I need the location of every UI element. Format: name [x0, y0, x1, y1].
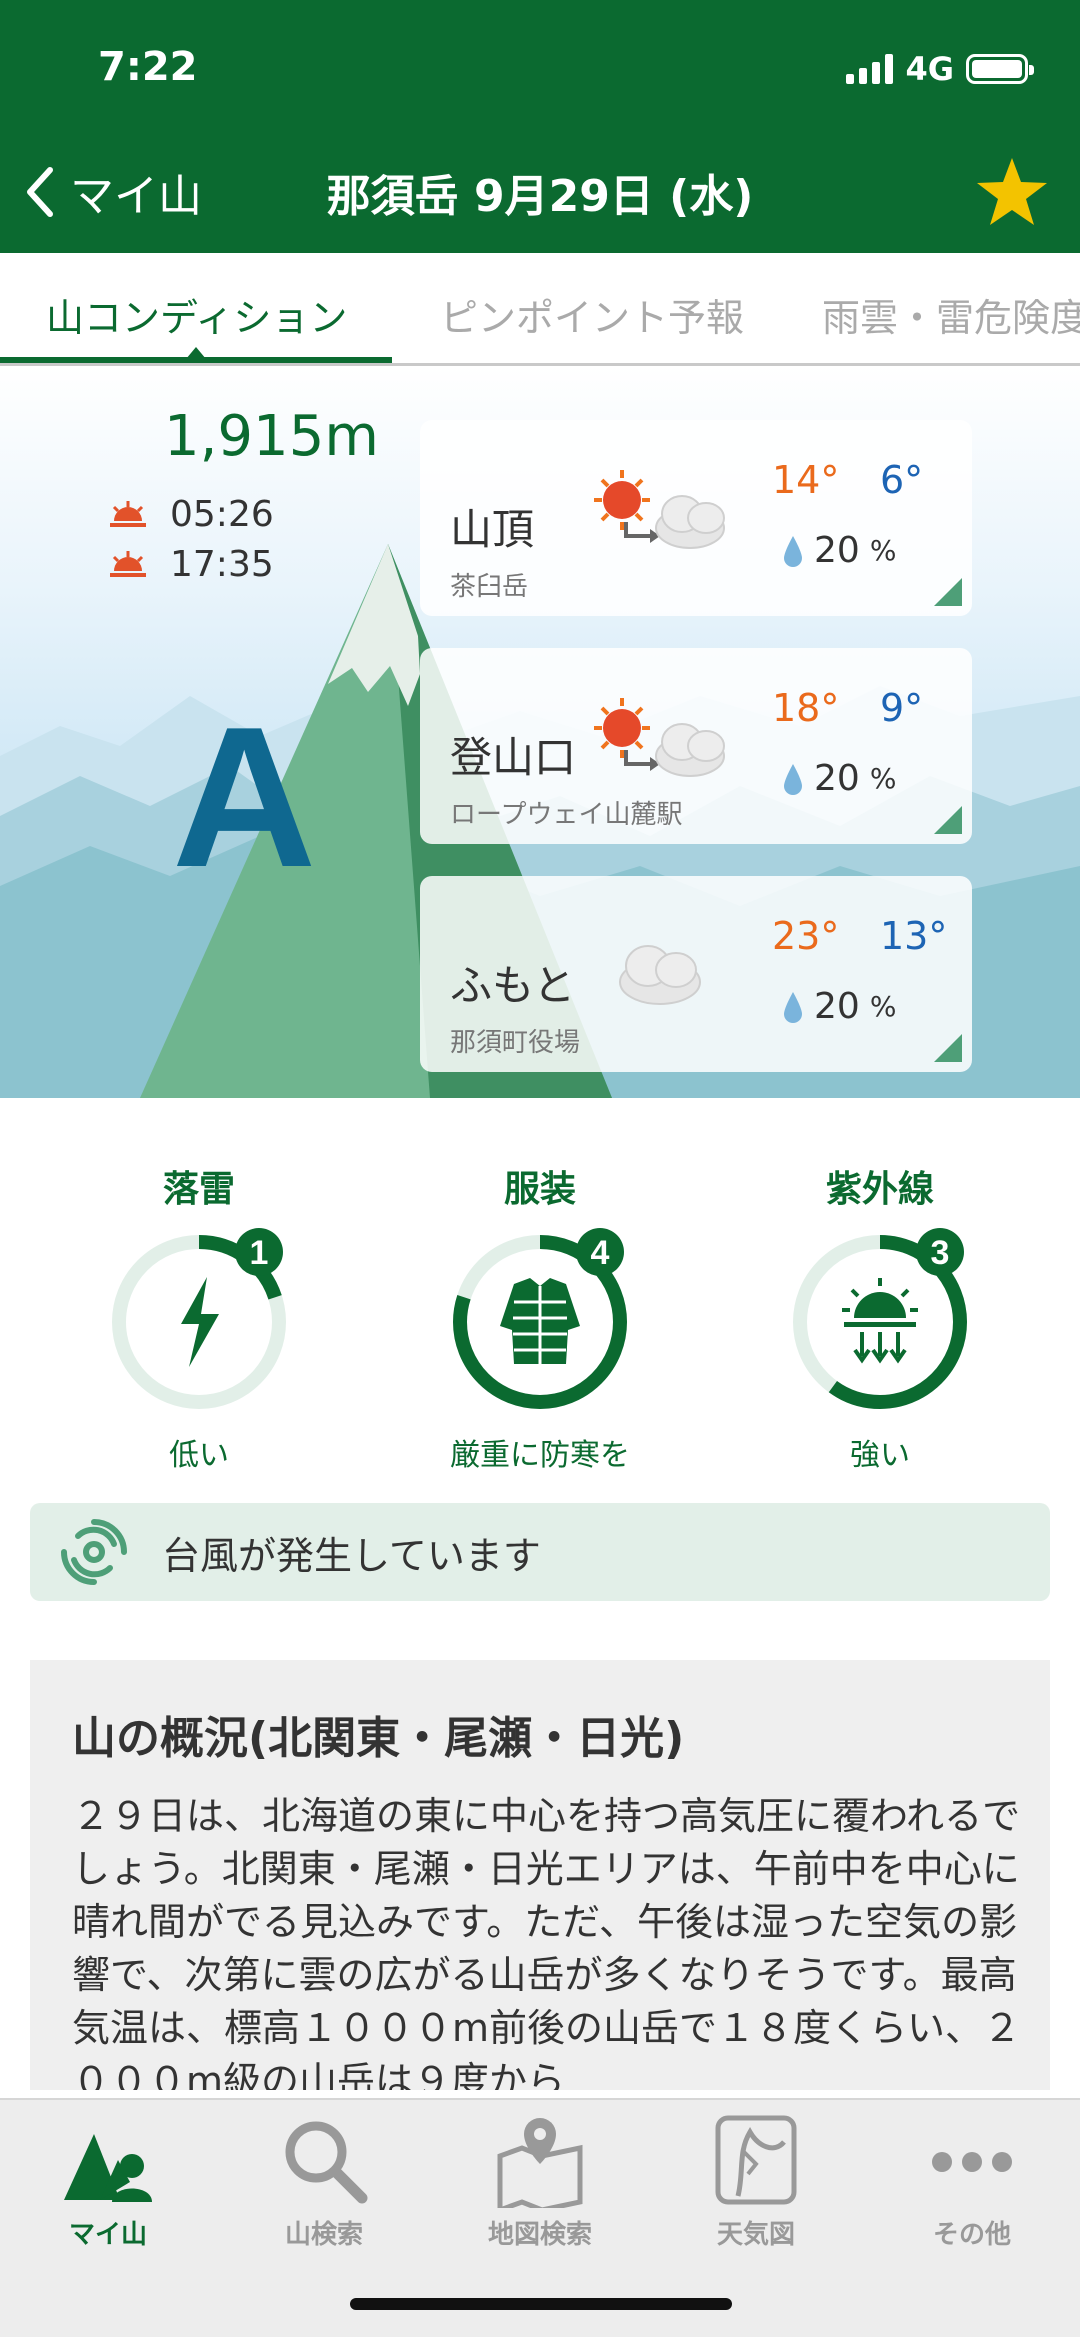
- status-time: 7:22: [98, 44, 198, 90]
- gauge-level: 4: [591, 1234, 610, 1272]
- nav-more[interactable]: その他: [882, 2112, 1062, 2251]
- sunrise-row: 05:26: [108, 494, 274, 535]
- overview-title: 山の概況(北関東・尾瀬・日光): [72, 1713, 685, 1764]
- nav-map-search[interactable]: 地図検索: [450, 2112, 630, 2251]
- cloud-icon: [619, 945, 701, 1005]
- raindrop-icon: [784, 535, 802, 567]
- typhoon-alert-banner[interactable]: 台風が発生しています: [30, 1503, 1050, 1601]
- battery-icon: [966, 54, 1034, 84]
- expand-corner-icon: [934, 806, 962, 834]
- sunrise-time: 05:26: [170, 494, 274, 535]
- overview-body: ２９日は、北海道の東に中心を持つ高気圧に覆われるでしょう。北関東・尾瀬・日光エリ…: [72, 1794, 1022, 2090]
- lightning-icon: [181, 1277, 219, 1367]
- forecast-card-summit[interactable]: 山頂 茶臼岳 14° 6° 20%: [420, 420, 972, 616]
- network-type: 4G: [905, 50, 954, 88]
- forecast-card-trailhead[interactable]: 登山口 ロープウェイ山麓駅 18° 9° 20%: [420, 648, 972, 844]
- search-icon: [285, 2121, 368, 2204]
- nav-label: 天気図: [716, 2220, 795, 2250]
- gauge-label: 落雷: [162, 1169, 235, 1210]
- forecast-name: ふもと: [450, 961, 576, 1010]
- sunset-row: 17:35: [108, 544, 274, 585]
- signal-icon: [846, 54, 894, 84]
- more-icon: [932, 2152, 1012, 2172]
- typhoon-icon: [61, 1519, 127, 1585]
- high-temp: 23°: [772, 914, 840, 958]
- gauge-status: 強い: [850, 1438, 910, 1473]
- rain-chance: 20%: [782, 530, 896, 571]
- map-pin-icon: [497, 2118, 583, 2208]
- sunset-icon: [110, 550, 146, 577]
- rain-value: 20: [814, 986, 860, 1027]
- forecast-place: 茶臼岳: [450, 572, 529, 602]
- sun-then-cloud-icon: [594, 698, 725, 777]
- gauge-ring: 1: [112, 1228, 286, 1409]
- tab-rain-thunder-risk[interactable]: 雨雲・雷危険度: [822, 287, 1080, 342]
- status-indicators: 4G: [846, 50, 1034, 88]
- sun-then-cloud-icon: [594, 470, 725, 549]
- nav-my-mountain[interactable]: マイ山: [18, 2112, 198, 2251]
- typhoon-alert-text: 台風が発生しています: [162, 1533, 541, 1578]
- rain-unit: %: [869, 534, 897, 567]
- high-temp: 14°: [772, 458, 840, 502]
- gauge-clothing[interactable]: 服装 4 厳重に防寒を: [440, 1160, 640, 1474]
- mountain-grade: A: [172, 686, 316, 909]
- gauge-uv[interactable]: 紫外線 3 強い: [780, 1160, 980, 1474]
- favorite-star-icon[interactable]: [974, 154, 1050, 230]
- mountain-condition-panel: A 1,915m 05:26 17:35 山頂 茶臼岳 14° 6° 20 % …: [0, 366, 1080, 1098]
- uv-sun-icon: [842, 1278, 918, 1364]
- gauge-ring: 4: [453, 1228, 627, 1409]
- forecast-place: 那須町役場: [450, 1028, 581, 1058]
- gauge-label: 紫外線: [825, 1169, 934, 1210]
- summit-altitude: 1,915m: [164, 404, 379, 469]
- gauge-status: 厳重に防寒を: [450, 1438, 630, 1473]
- nav-weather-map[interactable]: 天気図: [666, 2112, 846, 2251]
- expand-corner-icon: [934, 1034, 962, 1062]
- rain-value: 20: [814, 758, 860, 799]
- gauge-status: 低い: [169, 1438, 229, 1473]
- forecast-place: ロープウェイ山麓駅: [450, 800, 683, 830]
- nav-label: その他: [932, 2220, 1011, 2250]
- tab-active-notch: [186, 347, 206, 359]
- down-jacket-icon: [500, 1278, 580, 1364]
- low-temp: 9°: [880, 686, 924, 730]
- gauge-label: 服装: [503, 1169, 576, 1210]
- low-temp: 6°: [880, 458, 924, 502]
- my-mountain-icon: [64, 2134, 152, 2202]
- tab-mountain-condition[interactable]: 山コンディション: [46, 287, 347, 342]
- page-title: 那須岳 9月29日 (水): [326, 171, 754, 222]
- nav-label: 山検索: [284, 2220, 363, 2250]
- nav-mountain-search[interactable]: 山検索: [234, 2112, 414, 2251]
- nav-label: マイ山: [68, 2220, 147, 2250]
- expand-corner-icon: [934, 578, 962, 606]
- rain-chance: 20%: [782, 758, 896, 799]
- gauge-level: 3: [931, 1234, 950, 1272]
- raindrop-icon: [784, 991, 802, 1023]
- mountain-overview: 山の概況(北関東・尾瀬・日光) ２９日は、北海道の東に中心を持つ高気圧に覆われる…: [30, 1660, 1050, 2090]
- raindrop-icon: [784, 763, 802, 795]
- high-temp: 18°: [772, 686, 840, 730]
- nav-label: 地図検索: [487, 2220, 592, 2250]
- forecast-name: 山頂: [450, 505, 535, 554]
- gauge-level: 1: [250, 1234, 269, 1272]
- weather-map-icon: [715, 2115, 797, 2205]
- app-header: 7:22 4G マイ山 那須岳 9月29日 (水): [0, 0, 1080, 253]
- forecast-card-foothill[interactable]: ふもと 那須町役場 23° 13° 20%: [420, 876, 972, 1072]
- sunset-time: 17:35: [170, 544, 274, 585]
- rain-unit: %: [869, 990, 897, 1023]
- forecast-name: 登山口: [450, 733, 577, 782]
- low-temp: 13°: [880, 914, 948, 958]
- tab-bar: 山コンディション ピンポイント予報 雨雲・雷危険度: [0, 253, 1080, 366]
- home-indicator: [350, 2298, 732, 2310]
- tab-pinpoint-forecast[interactable]: ピンポイント予報: [440, 287, 744, 342]
- gauge-lightning[interactable]: 落雷 1 低い: [99, 1160, 299, 1474]
- rain-unit: %: [869, 762, 897, 795]
- gauge-ring: 3: [793, 1228, 967, 1409]
- rain-chance: 20%: [782, 986, 896, 1027]
- rain-value: 20: [814, 530, 860, 571]
- sunrise-icon: [110, 500, 146, 527]
